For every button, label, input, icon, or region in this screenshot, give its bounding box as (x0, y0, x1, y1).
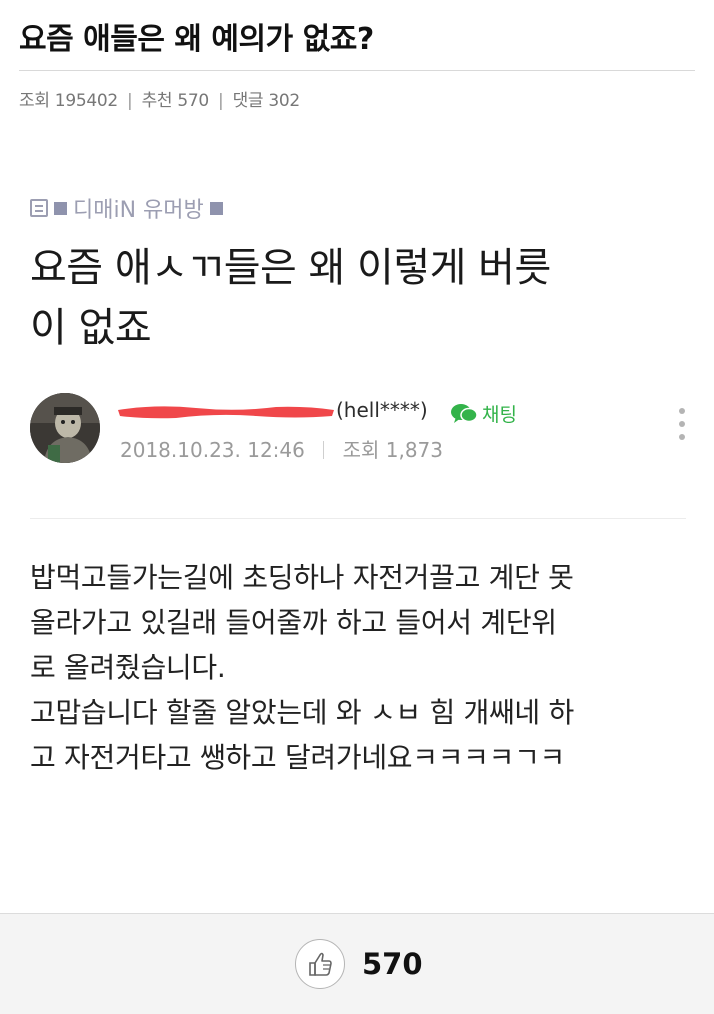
avatar[interactable] (30, 393, 100, 463)
comments-count: 302 (268, 91, 300, 111)
body-line: 고 자전거타고 쌩하고 달려가네요ㅋㅋㅋㅋㄱㅋ (30, 741, 566, 774)
embedded-post-title: 요즘 애ㅅㄲ들은 왜 이렇게 버릇 이 없죠 (30, 238, 660, 358)
recommend-count: 570 (362, 947, 423, 981)
recommend-label: 추천 (141, 91, 173, 111)
avatar-image (30, 393, 100, 463)
more-options-icon[interactable] (677, 408, 687, 450)
post-info: 2018.10.23. 12:46 조회 1,873 (120, 434, 443, 463)
body-line: 올라가고 있길래 들어줄까 하고 들어서 계단위 (30, 606, 557, 639)
author-name[interactable]: (hell****) (118, 398, 450, 428)
square-marker-icon (209, 201, 223, 215)
embedded-screenshot: 디매iN 유머방 요즘 애ㅅㄲ들은 왜 이렇게 버릇 이 없죠 (hell***… (0, 150, 714, 910)
meta-separator: | (127, 91, 133, 111)
redaction-mark (118, 406, 334, 419)
post-title: 요즘 애들은 왜 예의가 없죠? (19, 22, 374, 57)
embedded-post-body: 밥먹고들가는길에 초딩하나 자전거끌고 계단 못 올라가고 있길래 들어줄까 하… (30, 555, 690, 780)
square-marker-icon (54, 201, 67, 215)
chat-label: 채팅 (482, 404, 517, 426)
thumbs-up-icon (309, 952, 332, 976)
body-line: 고맙습니다 할줄 알았는데 와 ㅅㅂ 힘 개쌔네 하 (30, 696, 574, 729)
body-line: 로 올려줬습니다. (30, 651, 226, 684)
chat-button[interactable]: 채팅 (450, 400, 517, 427)
embedded-view-count: 조회 1,873 (342, 438, 444, 462)
chat-bubble-icon (451, 403, 478, 423)
views-label: 조회 (19, 91, 50, 111)
meta-separator: | (218, 91, 224, 111)
recommend-count: 570 (177, 91, 209, 111)
post-meta: 조회 195402 | 추천 570 | 댓글 302 (19, 86, 300, 111)
post-date: 2018.10.23. 12:46 (120, 438, 305, 462)
embedded-title-line: 요즘 애ㅅㄲ들은 왜 이렇게 버릇 (30, 245, 551, 291)
author-handle: (hell****) (336, 398, 428, 422)
comments-label: 댓글 (232, 91, 264, 111)
embedded-title-line: 이 없죠 (30, 305, 152, 351)
recommend-bar: 570 (0, 913, 714, 1014)
recommend-button[interactable] (295, 939, 345, 989)
info-divider (323, 441, 325, 459)
cafe-board-name: 디매iN 유머방 (73, 198, 204, 223)
views-count: 195402 (54, 91, 118, 111)
cafe-board-link[interactable]: 디매iN 유머방 (30, 192, 223, 224)
body-line: 밥먹고들가는길에 초딩하나 자전거끌고 계단 못 (30, 561, 574, 594)
embedded-divider (30, 518, 686, 519)
title-divider (19, 70, 695, 71)
list-icon (30, 199, 48, 217)
